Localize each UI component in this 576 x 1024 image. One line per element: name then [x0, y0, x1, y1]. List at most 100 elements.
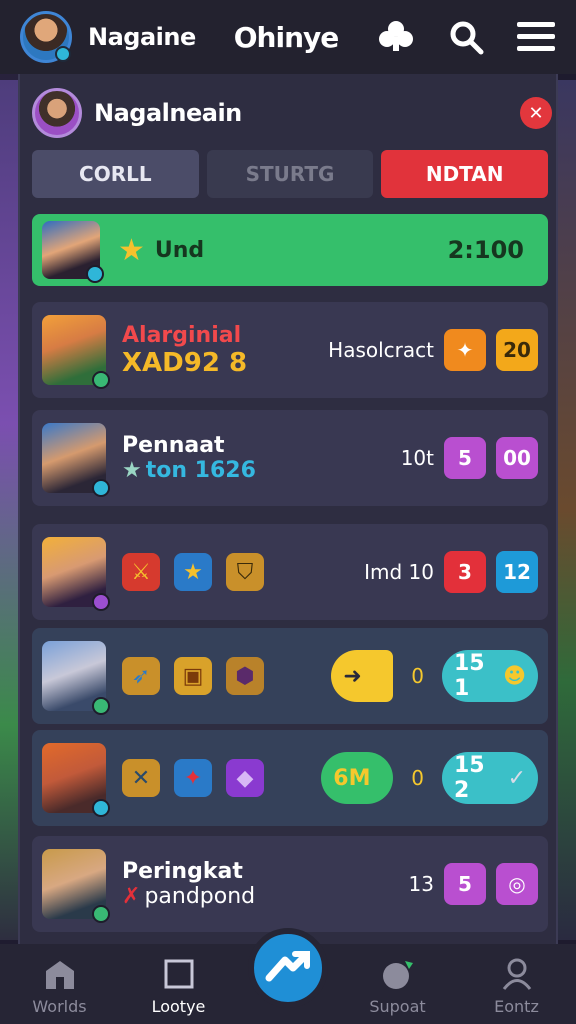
- hero-portrait: [42, 423, 110, 497]
- score-pill[interactable]: 15 1 ☻: [442, 650, 538, 702]
- hero-portrait: [42, 221, 104, 283]
- nav-label: Supoat: [369, 997, 426, 1016]
- panel-title: Nagalneain: [94, 99, 242, 127]
- nav-supoat[interactable]: Supoat: [338, 944, 457, 1024]
- hero-badge: [92, 593, 110, 611]
- row-chip[interactable]: 5: [444, 437, 486, 479]
- hero-badge: [92, 905, 110, 923]
- profile-icon: [500, 957, 534, 991]
- row-label: Hasolcract: [328, 338, 434, 362]
- status-dot: [55, 46, 71, 62]
- highlight-banner[interactable]: ★ Und 2:100: [32, 214, 548, 286]
- nav-label: Lootye: [151, 997, 206, 1016]
- row-label: 10t: [400, 446, 434, 470]
- search-icon[interactable]: [446, 17, 486, 57]
- hero-badge: [92, 799, 110, 817]
- action-label: 6M: [333, 765, 371, 791]
- smile-icon: ☻: [503, 663, 526, 689]
- axe-icon: ✕: [122, 759, 160, 797]
- action-pill[interactable]: 6M: [321, 752, 394, 804]
- hero-portrait: [42, 315, 110, 389]
- banner-score: 2:100: [447, 236, 524, 264]
- arrow-icon[interactable]: ➜: [331, 650, 394, 702]
- panel-header: Nagalneain ✕: [32, 84, 552, 142]
- chest-icon: ▣: [174, 657, 212, 695]
- hero-badge: [92, 697, 110, 715]
- row-chip[interactable]: 3: [444, 551, 486, 593]
- hero-badge: [92, 371, 110, 389]
- background-right: [558, 80, 576, 940]
- castle-icon: [43, 957, 77, 991]
- crate-icon: ⬢: [226, 657, 264, 695]
- row-title: Peringkat: [122, 859, 243, 884]
- check-icon: ✓: [507, 765, 526, 791]
- panel-avatar: [32, 88, 82, 138]
- nav-label: Worlds: [32, 997, 87, 1016]
- square-icon: [162, 957, 196, 991]
- leaderboard-panel: Nagalneain ✕ CORLL STURTG NDTAN ★ Und 2:…: [18, 74, 558, 944]
- list-item[interactable]: ➶ ▣ ⬢ ➜ 0 15 1 ☻: [32, 628, 548, 724]
- list-item[interactable]: ⚔ ★ ⛉ Imd 10 3 12: [32, 524, 548, 620]
- close-button[interactable]: ✕: [520, 97, 552, 129]
- hero-portrait: [42, 537, 110, 611]
- list-item[interactable]: ✕ ✦ ◆ 6M 0 15 2 ✓: [32, 730, 548, 826]
- club-icon[interactable]: [376, 17, 416, 57]
- tab-bar: CORLL STURTG NDTAN: [32, 150, 549, 198]
- row-chip[interactable]: ✦: [444, 329, 486, 371]
- row-subtitle-text: pandpond: [144, 884, 256, 909]
- nav-lootye[interactable]: Lootye: [119, 944, 238, 1024]
- row-subtitle: ✗ pandpond: [122, 884, 255, 909]
- arrow-up-icon: [265, 951, 310, 982]
- sword-icon: ⚔: [122, 553, 160, 591]
- tab-sturtg[interactable]: STURTG: [206, 150, 374, 198]
- user-avatar[interactable]: [20, 11, 72, 63]
- star-icon: ★: [118, 232, 145, 268]
- row-label: 0: [411, 664, 424, 688]
- cross-icon: ✗: [122, 884, 141, 909]
- menu-icon[interactable]: [516, 17, 556, 57]
- gem-icon: ◆: [226, 759, 264, 797]
- close-icon: ✕: [528, 102, 544, 124]
- pill-text: 15 1: [454, 651, 485, 701]
- row-label: 13: [408, 872, 434, 896]
- row-title: Alarginial: [122, 322, 242, 348]
- row-subtitle: XAD92 8: [122, 347, 248, 378]
- hero-portrait: [42, 641, 110, 715]
- row-label: 0: [411, 766, 424, 790]
- star-icon: ★: [174, 553, 212, 591]
- row-subtitle: ★ ton 1626: [122, 458, 256, 483]
- pill-text: 15 2: [454, 753, 485, 803]
- tab-ndtan[interactable]: NDTAN: [381, 150, 549, 198]
- list-item[interactable]: Alarginial XAD92 8 Hasolcract ✦ 20: [32, 302, 548, 398]
- bow-icon: ➶: [122, 657, 160, 695]
- row-title: Pennaat: [122, 433, 225, 458]
- list-item[interactable]: Pennaat ★ ton 1626 10t 5 00: [32, 410, 548, 506]
- tab-corll[interactable]: CORLL: [32, 150, 199, 198]
- user-name: Nagaine: [88, 23, 196, 51]
- bird-icon: ✦: [174, 759, 212, 797]
- star-icon: ★: [122, 458, 142, 483]
- hero-badge: [86, 265, 104, 283]
- planet-icon: [381, 957, 415, 991]
- background-left: [0, 80, 20, 940]
- banner-label: Und: [154, 237, 205, 263]
- hero-portrait: [42, 743, 110, 817]
- nav-label: Eontz: [494, 997, 539, 1016]
- score-pill[interactable]: 15 2 ✓: [442, 752, 538, 804]
- row-subtitle-text: ton 1626: [145, 458, 256, 483]
- row-chip[interactable]: 5: [444, 863, 486, 905]
- nav-eontz[interactable]: Eontz: [457, 944, 576, 1024]
- hero-badge: [92, 479, 110, 497]
- brand-logo: Ohinye: [233, 20, 340, 54]
- row-label: Imd 10: [364, 560, 434, 584]
- top-bar: Nagaine Ohinye: [0, 0, 576, 74]
- shield-icon: ⛉: [226, 553, 264, 591]
- row-chip[interactable]: 20: [496, 329, 538, 371]
- nav-worlds[interactable]: Worlds: [0, 944, 119, 1024]
- row-chip[interactable]: 12: [496, 551, 538, 593]
- row-chip[interactable]: 00: [496, 437, 538, 479]
- list-item[interactable]: Peringkat ✗ pandpond 13 5 ◎: [32, 836, 548, 932]
- row-chip[interactable]: ◎: [496, 863, 538, 905]
- center-action-button[interactable]: [248, 928, 328, 1008]
- hero-portrait: [42, 849, 110, 923]
